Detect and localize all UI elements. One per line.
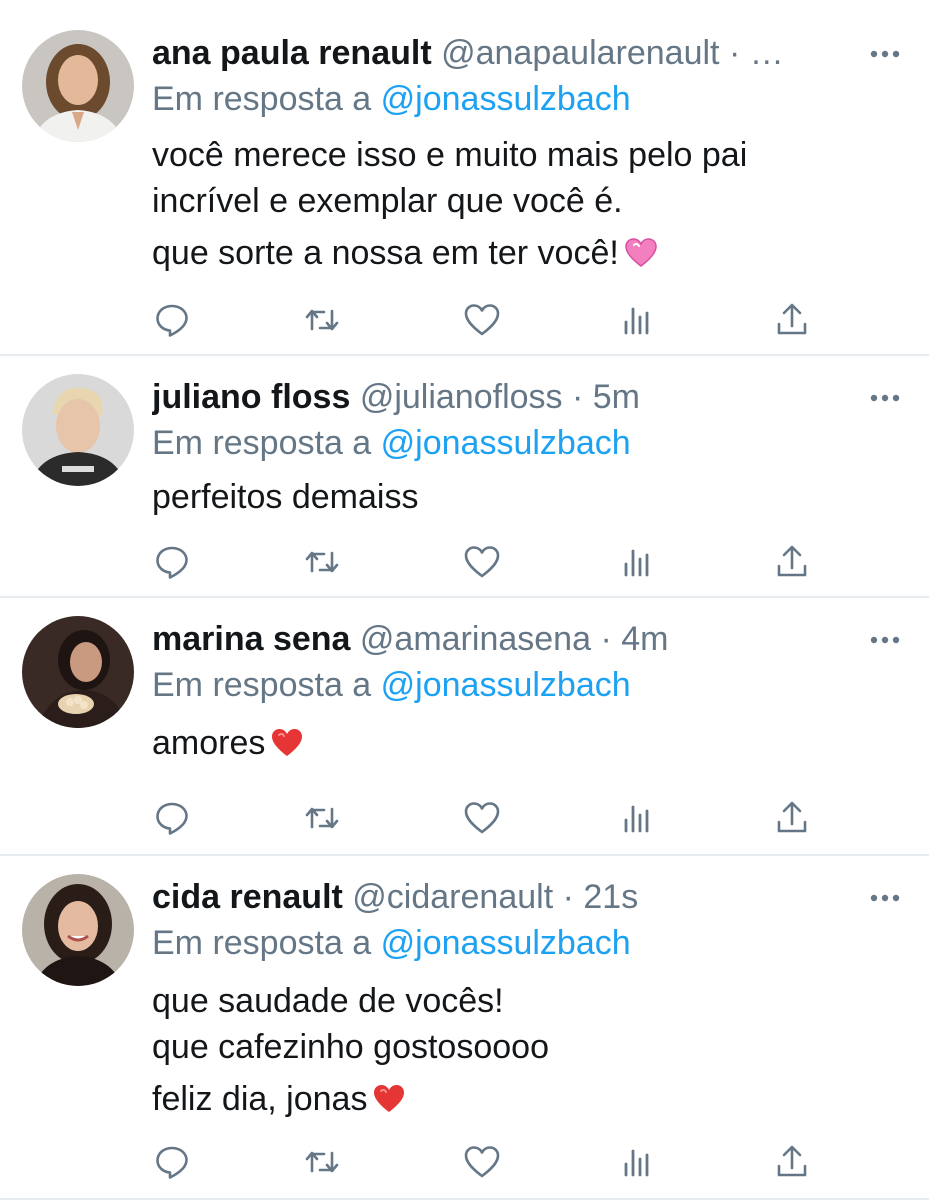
reply-prefix: Em resposta a xyxy=(152,80,372,118)
tweet-actions xyxy=(0,798,929,838)
more-options-icon[interactable] xyxy=(869,46,901,58)
retweet-icon[interactable] xyxy=(302,542,342,582)
reply-prefix: Em resposta a xyxy=(152,924,372,962)
reply-tweet[interactable]: cida renault @cidarenault · 21s Em respo… xyxy=(0,856,929,1200)
reply-tweet[interactable]: ana paula renault @anapaularenault · … E… xyxy=(0,0,929,356)
reply-prefix: Em resposta a xyxy=(152,666,372,704)
retweet-icon[interactable] xyxy=(302,300,342,340)
timestamp[interactable]: · 21s xyxy=(563,878,639,916)
user-handle[interactable]: @anapaularenault xyxy=(441,34,719,72)
tweet-text: que saudade de vocês! que cafezinho gost… xyxy=(152,978,869,1122)
display-name[interactable]: juliano floss xyxy=(152,378,350,416)
share-icon[interactable] xyxy=(772,542,812,582)
tweet-line: incrível e exemplar que você é. xyxy=(152,182,623,220)
retweet-icon[interactable] xyxy=(302,798,342,838)
reply-tweet[interactable]: juliano floss @julianofloss · 5m Em resp… xyxy=(0,356,929,598)
reply-prefix: Em resposta a xyxy=(152,424,372,462)
tweet-actions xyxy=(0,1142,929,1182)
share-icon[interactable] xyxy=(772,300,812,340)
tweet-line: que sorte a nossa em ter você! xyxy=(152,234,619,272)
red-heart-icon xyxy=(271,724,303,756)
avatar[interactable] xyxy=(22,30,134,142)
display-name[interactable]: ana paula renault xyxy=(152,34,432,72)
like-icon[interactable] xyxy=(462,1142,502,1182)
tweet-header: ana paula renault @anapaularenault · … xyxy=(152,30,869,76)
reply-context: Em resposta a @jonassulzbach xyxy=(152,76,869,122)
tweet-text: amores xyxy=(152,720,869,766)
tweet-line: você merece isso e muito mais pelo pai xyxy=(152,136,748,174)
red-heart-icon xyxy=(373,1080,405,1112)
tweet-header: juliano floss @julianofloss · 5m xyxy=(152,374,869,420)
retweet-icon[interactable] xyxy=(302,1142,342,1182)
reply-context: Em resposta a @jonassulzbach xyxy=(152,420,869,466)
tweet-text: você merece isso e muito mais pelo pai i… xyxy=(152,132,869,276)
user-handle[interactable]: @julianofloss xyxy=(360,378,563,416)
tweet-line: perfeitos demaiss xyxy=(152,478,419,516)
avatar[interactable] xyxy=(22,616,134,728)
timestamp[interactable]: · 4m xyxy=(600,620,668,658)
pink-heart-icon xyxy=(625,234,657,267)
tweet-actions xyxy=(0,300,929,340)
like-icon[interactable] xyxy=(462,542,502,582)
more-options-icon[interactable] xyxy=(869,390,901,402)
tweet-line: que cafezinho gostosoooo xyxy=(152,1028,549,1066)
like-icon[interactable] xyxy=(462,798,502,838)
mention-link[interactable]: @jonassulzbach xyxy=(381,80,631,118)
user-handle[interactable]: @amarinasena xyxy=(360,620,591,658)
reply-context: Em resposta a @jonassulzbach xyxy=(152,920,869,966)
tweet-actions xyxy=(0,542,929,582)
timestamp[interactable]: · 5m xyxy=(572,378,640,416)
tweet-header: cida renault @cidarenault · 21s xyxy=(152,874,869,920)
tweet-text: perfeitos demaiss xyxy=(152,474,869,520)
tweet-line: feliz dia, jonas xyxy=(152,1080,368,1118)
display-name[interactable]: cida renault xyxy=(152,878,343,916)
user-handle[interactable]: @cidarenault xyxy=(352,878,553,916)
reply-icon[interactable] xyxy=(152,542,192,582)
reply-icon[interactable] xyxy=(152,1142,192,1182)
avatar[interactable] xyxy=(22,874,134,986)
avatar[interactable] xyxy=(22,374,134,486)
tweet-header: marina sena @amarinasena · 4m xyxy=(152,616,869,662)
share-icon[interactable] xyxy=(772,1142,812,1182)
reply-icon[interactable] xyxy=(152,798,192,838)
more-options-icon[interactable] xyxy=(869,890,901,902)
reply-icon[interactable] xyxy=(152,300,192,340)
tweet-line: que saudade de vocês! xyxy=(152,982,504,1020)
reply-context: Em resposta a @jonassulzbach xyxy=(152,662,869,708)
display-name[interactable]: marina sena xyxy=(152,620,350,658)
timestamp[interactable]: · … xyxy=(729,34,784,72)
more-options-icon[interactable] xyxy=(869,632,901,644)
share-icon[interactable] xyxy=(772,798,812,838)
mention-link[interactable]: @jonassulzbach xyxy=(381,424,631,462)
mention-link[interactable]: @jonassulzbach xyxy=(381,666,631,704)
reply-tweet[interactable]: marina sena @amarinasena · 4m Em respost… xyxy=(0,598,929,856)
analytics-icon[interactable] xyxy=(617,542,657,582)
analytics-icon[interactable] xyxy=(617,300,657,340)
tweet-line: amores xyxy=(152,724,266,762)
like-icon[interactable] xyxy=(462,300,502,340)
analytics-icon[interactable] xyxy=(617,798,657,838)
analytics-icon[interactable] xyxy=(617,1142,657,1182)
mention-link[interactable]: @jonassulzbach xyxy=(381,924,631,962)
